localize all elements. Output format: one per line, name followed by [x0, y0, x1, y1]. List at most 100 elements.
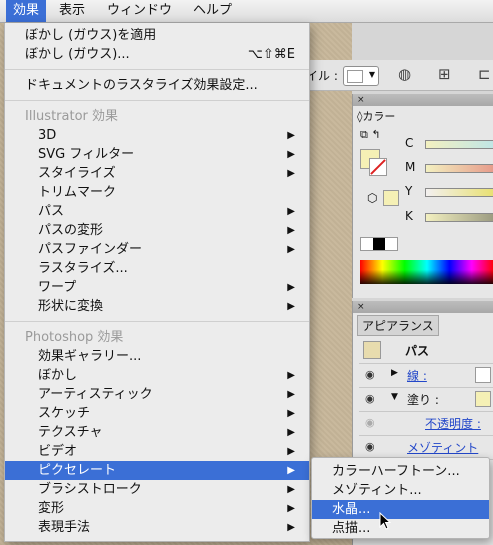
- submenu-arrow-icon: ▶: [287, 168, 295, 179]
- submenu-item-mezzotint[interactable]: メゾティント...: [312, 481, 489, 500]
- menu-item-warp[interactable]: ワープ ▶: [5, 278, 309, 297]
- menu-effect[interactable]: 効果: [6, 0, 47, 22]
- eye-icon[interactable]: ◉: [365, 416, 375, 429]
- pixelate-submenu: カラーハーフトーン... メゾティント... 水晶... 点描...: [311, 457, 490, 539]
- close-icon[interactable]: ×: [357, 95, 365, 105]
- color-panel-titlebar[interactable]: ×: [353, 94, 493, 106]
- separator: [5, 100, 309, 101]
- stroke-color-swatch[interactable]: [475, 367, 491, 383]
- cursor-arrow-icon: [379, 512, 391, 530]
- submenu-arrow-icon: ▶: [287, 206, 295, 217]
- submenu-arrow-icon: ▶: [287, 522, 295, 533]
- menu-item-last-effect[interactable]: ぼかし (ガウス)... ⌥⇧⌘E: [5, 45, 309, 64]
- opacity-label[interactable]: 不透明度 :: [425, 415, 481, 432]
- submenu-item-crystallize[interactable]: 水晶...: [312, 500, 489, 519]
- slider-m[interactable]: [425, 164, 493, 173]
- menu-item-blur[interactable]: ぼかし ▶: [5, 366, 309, 385]
- menu-item-video[interactable]: ビデオ ▶: [5, 442, 309, 461]
- effect-menu: ぼかし (ガウス)を適用 ぼかし (ガウス)... ⌥⇧⌘E ドキュメントのラスタ…: [4, 23, 310, 542]
- submenu-item-pointillize[interactable]: 点描...: [312, 519, 489, 538]
- disclosure-down-icon[interactable]: ▼: [391, 392, 398, 402]
- submenu-arrow-icon: ▶: [287, 389, 295, 400]
- menu-item-trim-marks[interactable]: トリムマーク: [5, 183, 309, 202]
- fill-color-swatch[interactable]: [475, 391, 491, 407]
- submenu-arrow-icon: ▶: [287, 503, 295, 514]
- submenu-arrow-icon: ▶: [287, 446, 295, 457]
- close-icon[interactable]: ×: [357, 302, 365, 312]
- object-type: パス: [405, 344, 430, 358]
- stroke-label[interactable]: 線 :: [407, 367, 427, 384]
- menu-item-texture[interactable]: テクスチャ ▶: [5, 423, 309, 442]
- recolor-icon[interactable]: ◍: [398, 65, 411, 83]
- menu-item-convert-to-shape[interactable]: 形状に変換 ▶: [5, 297, 309, 316]
- menu-window[interactable]: ウィンドウ: [100, 0, 179, 22]
- appearance-fill-row[interactable]: ◉ ▼ 塗り :: [359, 387, 493, 412]
- slider-label-y: Y: [405, 184, 413, 198]
- tab-color[interactable]: ◊カラー: [357, 108, 395, 124]
- submenu-arrow-icon: ▶: [287, 484, 295, 495]
- menu-item-rasterize[interactable]: ラスタライズ...: [5, 259, 309, 278]
- style-label: イル :: [306, 69, 338, 83]
- submenu-arrow-icon: ▶: [287, 370, 295, 381]
- shortcut: ⌥⇧⌘E: [247, 47, 295, 62]
- menu-item-distort-transform[interactable]: パスの変形 ▶: [5, 221, 309, 240]
- default-colors-icon[interactable]: ⧉ ↰: [360, 128, 381, 142]
- separator: [5, 69, 309, 70]
- panel-icon[interactable]: ⊏: [478, 65, 491, 83]
- submenu-arrow-icon: ▶: [287, 427, 295, 438]
- disclosure-right-icon[interactable]: ▶: [391, 368, 398, 378]
- menu-item-sketch[interactable]: スケッチ ▶: [5, 404, 309, 423]
- menu-item-brush-strokes[interactable]: ブラシストローク ▶: [5, 480, 309, 499]
- chevron-down-icon: ▼: [368, 70, 375, 79]
- menu-item-pathfinder[interactable]: パスファインダー ▶: [5, 240, 309, 259]
- color-panel: × ◊カラー ⧉ ↰ ⬡ C M Y K: [352, 94, 493, 298]
- appearance-object-row: パス: [359, 337, 493, 364]
- submenu-arrow-icon: ▶: [287, 225, 295, 236]
- menu-item-distort[interactable]: 変形 ▶: [5, 499, 309, 518]
- eye-icon[interactable]: ◉: [365, 368, 375, 381]
- slider-k[interactable]: [425, 213, 493, 222]
- eye-icon[interactable]: ◉: [365, 392, 375, 405]
- menu-item-apply-last-effect[interactable]: ぼかし (ガウス)を適用: [5, 26, 309, 45]
- effect-label[interactable]: メゾティント: [407, 439, 478, 456]
- menu-header-photoshop: Photoshop 効果: [25, 330, 124, 345]
- cube-icon[interactable]: ⬡: [367, 191, 377, 205]
- fill-label: 塗り :: [407, 393, 439, 407]
- menu-item-effect-gallery[interactable]: 効果ギャラリー...: [5, 347, 309, 366]
- appearance-opacity-row[interactable]: ◉ 不透明度 :: [359, 411, 493, 436]
- submenu-arrow-icon: ▶: [287, 408, 295, 419]
- submenu-arrow-icon: ▶: [287, 465, 295, 476]
- menu-item-stylize-ps[interactable]: 表現手法 ▶: [5, 518, 309, 537]
- style-dropdown[interactable]: ▼: [343, 66, 379, 86]
- none-black-white-swatches[interactable]: [360, 237, 398, 251]
- menu-item-raster-settings[interactable]: ドキュメントのラスタライズ効果設定...: [5, 76, 309, 95]
- menu-item-artistic[interactable]: アーティスティック ▶: [5, 385, 309, 404]
- color-spectrum[interactable]: [360, 260, 493, 284]
- submenu-arrow-icon: ▶: [287, 244, 295, 255]
- menu-item-3d[interactable]: 3D ▶: [5, 126, 309, 145]
- menu-view[interactable]: 表示: [52, 0, 92, 22]
- style-swatch: [347, 70, 363, 83]
- submenu-arrow-icon: ▶: [287, 130, 295, 141]
- submenu-arrow-icon: ▶: [287, 282, 295, 293]
- separator: [5, 321, 309, 322]
- submenu-arrow-icon: ▶: [287, 301, 295, 312]
- slider-y[interactable]: [425, 188, 493, 197]
- tab-appearance[interactable]: アピアランス: [357, 315, 439, 336]
- menu-item-pixelate[interactable]: ピクセレート ▶: [5, 461, 309, 480]
- stroke-swatch[interactable]: [369, 158, 387, 176]
- align-icon[interactable]: ⊞: [438, 65, 451, 83]
- appearance-stroke-row[interactable]: ◉ ▶ 線 :: [359, 363, 493, 388]
- menu-item-stylize[interactable]: スタイライズ ▶: [5, 164, 309, 183]
- last-color-swatch[interactable]: [383, 190, 399, 206]
- appearance-panel-titlebar[interactable]: ×: [353, 301, 493, 313]
- slider-label-c: C: [405, 136, 414, 150]
- submenu-item-color-halftone[interactable]: カラーハーフトーン...: [312, 462, 489, 481]
- control-bar: イル : ▼ ◍ ⊞ ⊏: [300, 60, 493, 91]
- menu-help[interactable]: ヘルプ: [186, 0, 239, 22]
- menu-item-svg-filter[interactable]: SVG フィルター ▶: [5, 145, 309, 164]
- menu-item-path[interactable]: パス ▶: [5, 202, 309, 221]
- submenu-arrow-icon: ▶: [287, 149, 295, 160]
- eye-icon[interactable]: ◉: [365, 440, 375, 453]
- slider-c[interactable]: [425, 140, 493, 149]
